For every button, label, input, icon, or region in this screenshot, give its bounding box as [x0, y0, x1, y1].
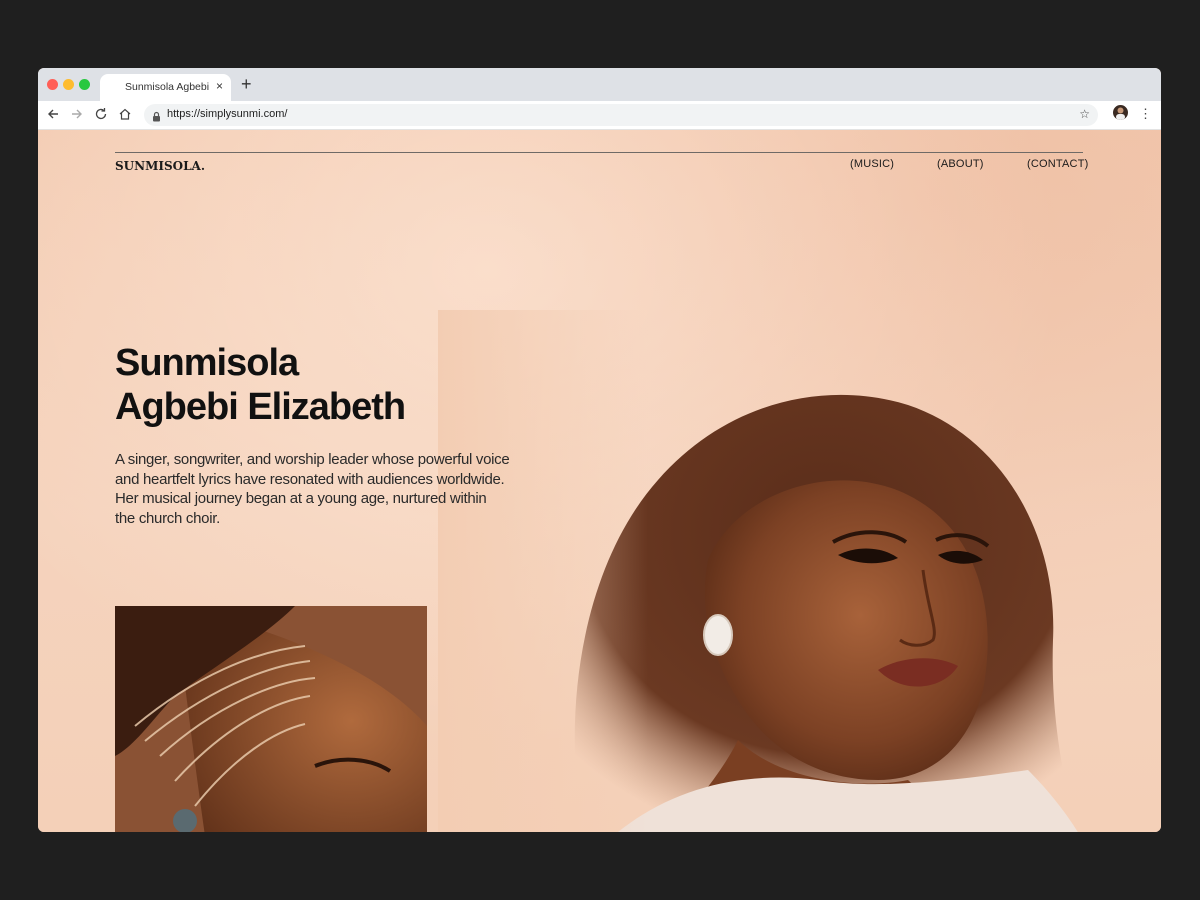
- bookmark-star-icon[interactable]: ☆: [1079, 107, 1090, 121]
- hero-description: A singer, songwriter, and worship leader…: [115, 451, 510, 527]
- hero-title: Sunmisola Agbebi Elizabeth: [115, 341, 535, 429]
- web-page: SUNMISOLA. (MUSIC) (ABOUT) (CONTACT) Sun…: [38, 130, 1161, 832]
- reload-icon[interactable]: [92, 105, 110, 123]
- url-text: https://simplysunmi.com/: [167, 108, 288, 120]
- tab-close-icon[interactable]: ×: [216, 79, 223, 93]
- hero-portrait-image: [438, 310, 1138, 832]
- nav-link-contact[interactable]: (CONTACT): [1027, 158, 1088, 170]
- browser-toolbar: https://simplysunmi.com/ ☆ ⋮: [38, 101, 1161, 130]
- nav-link-about[interactable]: (ABOUT): [937, 158, 984, 170]
- profile-avatar[interactable]: [1113, 105, 1128, 120]
- hero-title-line-1: Sunmisola: [115, 342, 299, 384]
- address-bar[interactable]: https://simplysunmi.com/ ☆: [144, 104, 1098, 126]
- minimize-window-button[interactable]: [63, 79, 74, 90]
- header-divider: [115, 152, 1083, 153]
- browser-tab[interactable]: Sunmisola Agbebi ×: [100, 74, 231, 101]
- home-icon[interactable]: [116, 105, 134, 123]
- back-icon[interactable]: [44, 105, 62, 123]
- maximize-window-button[interactable]: [79, 79, 90, 90]
- site-logo[interactable]: SUNMISOLA.: [115, 159, 205, 173]
- forward-icon[interactable]: [68, 105, 86, 123]
- thumbnail-portrait-image[interactable]: [115, 606, 427, 832]
- browser-window: Sunmisola Agbebi × + https://simplysunmi…: [38, 68, 1161, 832]
- close-window-button[interactable]: [47, 79, 58, 90]
- hero-title-line-2: Agbebi Elizabeth: [115, 386, 406, 428]
- tab-title: Sunmisola Agbebi: [125, 81, 210, 93]
- browser-menu-icon[interactable]: ⋮: [1139, 104, 1152, 124]
- title-bar: Sunmisola Agbebi × +: [38, 68, 1161, 101]
- lock-icon: [152, 109, 161, 127]
- nav-link-music[interactable]: (MUSIC): [850, 158, 894, 170]
- new-tab-button[interactable]: +: [241, 74, 252, 94]
